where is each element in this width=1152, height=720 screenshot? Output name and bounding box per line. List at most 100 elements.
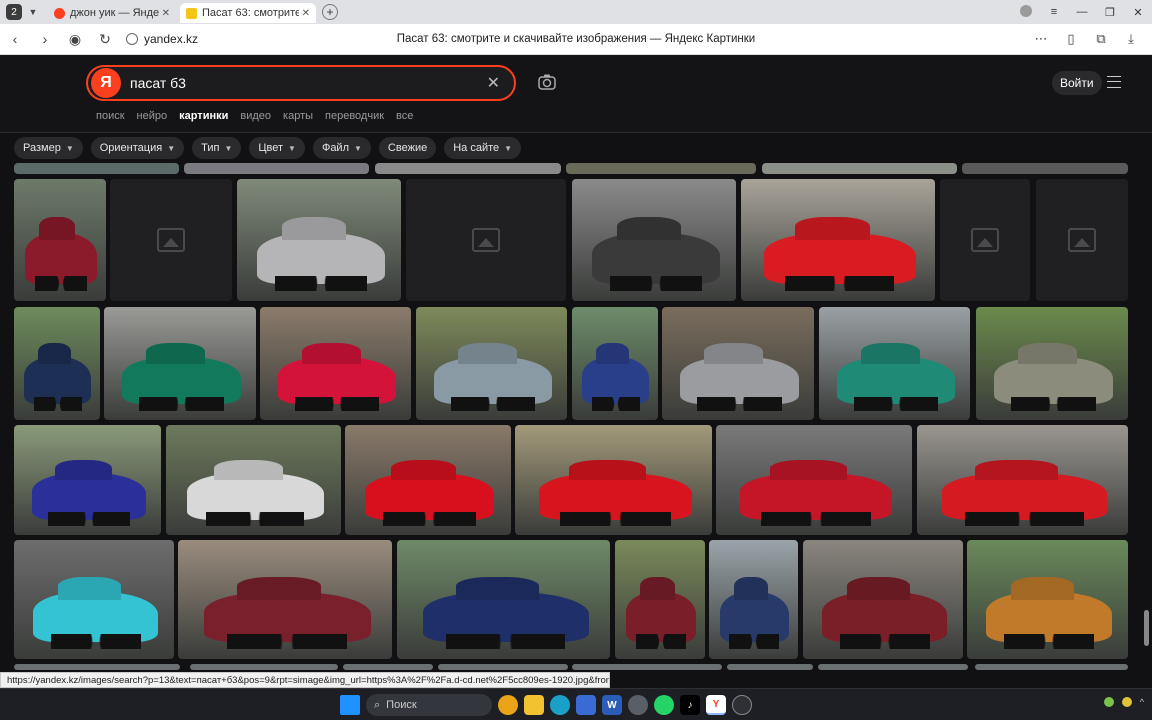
minimize-icon[interactable]: — (1068, 6, 1096, 18)
nav-neuro[interactable]: нейро (137, 110, 168, 122)
image-thumbnail-partial[interactable] (962, 163, 1128, 174)
image-thumbnail[interactable] (967, 540, 1128, 659)
filter-file[interactable]: Файл ▼ (312, 137, 371, 159)
image-thumbnail[interactable] (14, 307, 100, 420)
close-icon[interactable]: ✕ (302, 8, 310, 19)
image-thumbnail[interactable] (572, 179, 736, 301)
tab-passat[interactable]: Пасат 63: смотрите и с ✕ (180, 3, 316, 23)
image-thumbnail[interactable] (14, 540, 174, 659)
filter-size[interactable]: Размер ▼ (14, 137, 83, 159)
word-icon[interactable]: W (602, 695, 622, 715)
profile-icon[interactable] (1012, 4, 1040, 20)
search-input[interactable] (130, 75, 470, 91)
image-thumbnail[interactable] (14, 179, 106, 301)
settings-icon[interactable] (628, 695, 648, 715)
chevron-down-icon[interactable]: ▼ (26, 5, 40, 19)
site-info-icon[interactable] (126, 33, 138, 45)
taskbar-search[interactable]: ⌕ Поиск (366, 694, 492, 716)
filter-color[interactable]: Цвет ▼ (249, 137, 305, 159)
nav-images[interactable]: картинки (179, 110, 228, 122)
image-thumbnail[interactable] (416, 307, 567, 420)
tray-chevron-icon[interactable]: ^ (1140, 697, 1144, 707)
image-thumbnail[interactable] (819, 307, 970, 420)
reload-icon[interactable]: ↻ (90, 31, 120, 48)
tray-app-icon[interactable] (1121, 697, 1132, 707)
image-thumbnail[interactable] (397, 540, 610, 659)
image-thumbnail[interactable] (615, 540, 705, 659)
tiktok-icon[interactable]: ♪ (680, 695, 700, 715)
nav-translator[interactable]: переводчик (325, 110, 384, 122)
image-thumbnail[interactable] (662, 307, 814, 420)
scrollbar[interactable] (1141, 163, 1152, 670)
chrome-icon[interactable] (498, 695, 518, 715)
tray-app-icon[interactable] (1103, 697, 1114, 707)
more-icon[interactable]: ⋯ (1026, 31, 1056, 47)
filter-on-site[interactable]: На сайте ▼ (444, 137, 522, 159)
image-thumbnail[interactable] (803, 540, 963, 659)
nav-video[interactable]: видео (240, 110, 271, 122)
image-thumbnail-partial[interactable] (343, 664, 433, 670)
image-placeholder[interactable] (406, 179, 566, 301)
image-thumbnail[interactable] (14, 425, 161, 535)
image-thumbnail-partial[interactable] (762, 163, 957, 174)
collections-icon[interactable]: ⧉ (1086, 31, 1116, 47)
image-thumbnail[interactable] (260, 307, 411, 420)
scrollbar-thumb[interactable] (1144, 610, 1149, 646)
download-icon[interactable]: ⤓ (1116, 31, 1146, 47)
bookmark-icon[interactable]: ▯ (1056, 31, 1086, 47)
image-thumbnail[interactable] (741, 179, 935, 301)
image-placeholder[interactable] (940, 179, 1030, 301)
clear-icon[interactable]: ✕ (487, 73, 500, 93)
image-thumbnail[interactable] (917, 425, 1128, 535)
yandex-logo[interactable]: Я (91, 68, 121, 98)
image-thumbnail-partial[interactable] (975, 664, 1128, 670)
tab-count-badge[interactable]: 2 (6, 4, 22, 20)
openai-icon[interactable] (732, 695, 752, 715)
image-thumbnail-partial[interactable] (14, 163, 179, 174)
filter-type[interactable]: Тип ▼ (192, 137, 242, 159)
image-thumbnail[interactable] (166, 425, 341, 535)
image-thumbnail[interactable] (716, 425, 912, 535)
image-thumbnail-partial[interactable] (438, 664, 568, 670)
whatsapp-icon[interactable] (654, 695, 674, 715)
image-thumbnail-partial[interactable] (572, 664, 722, 670)
nav-all[interactable]: все (396, 110, 413, 122)
close-window-icon[interactable]: ✕ (1124, 6, 1152, 19)
edge-icon[interactable] (550, 695, 570, 715)
image-thumbnail[interactable] (104, 307, 256, 420)
image-thumbnail[interactable] (345, 425, 511, 535)
image-placeholder[interactable] (1036, 179, 1128, 301)
protect-icon[interactable]: ◉ (60, 31, 90, 48)
menu-icon[interactable]: ≡ (1040, 6, 1068, 18)
close-icon[interactable]: ✕ (162, 8, 170, 19)
image-thumbnail[interactable] (178, 540, 392, 659)
image-thumbnail[interactable] (515, 425, 712, 535)
camera-search-icon[interactable] (538, 73, 556, 91)
image-thumbnail[interactable] (237, 179, 401, 301)
back-icon[interactable]: ‹ (0, 31, 30, 47)
filter-fresh[interactable]: Свежие (378, 137, 437, 159)
hamburger-menu-icon[interactable] (1107, 76, 1121, 88)
store-icon[interactable] (576, 695, 596, 715)
image-thumbnail-partial[interactable] (566, 163, 756, 174)
nav-maps[interactable]: карты (283, 110, 313, 122)
address-host[interactable]: yandex.kz (144, 32, 198, 46)
image-thumbnail-partial[interactable] (14, 664, 180, 670)
image-thumbnail[interactable] (572, 307, 658, 420)
image-thumbnail-partial[interactable] (184, 163, 369, 174)
windows-start-icon[interactable] (340, 695, 360, 715)
image-placeholder[interactable] (110, 179, 232, 301)
image-thumbnail-partial[interactable] (818, 664, 968, 670)
image-thumbnail[interactable] (709, 540, 798, 659)
new-tab-icon[interactable]: + (322, 4, 338, 20)
forward-icon[interactable]: › (30, 31, 60, 47)
file-explorer-icon[interactable] (524, 695, 544, 715)
image-thumbnail-partial[interactable] (190, 664, 338, 670)
image-thumbnail-partial[interactable] (375, 163, 561, 174)
yandex-browser-icon[interactable]: Y (706, 695, 726, 715)
filter-orientation[interactable]: Ориентация ▼ (90, 137, 185, 159)
image-thumbnail-partial[interactable] (727, 664, 813, 670)
restore-icon[interactable]: ❐ (1096, 6, 1124, 19)
tab-john-wick[interactable]: джон уик — Яндекс: нашл ✕ (48, 3, 176, 23)
image-thumbnail[interactable] (976, 307, 1128, 420)
